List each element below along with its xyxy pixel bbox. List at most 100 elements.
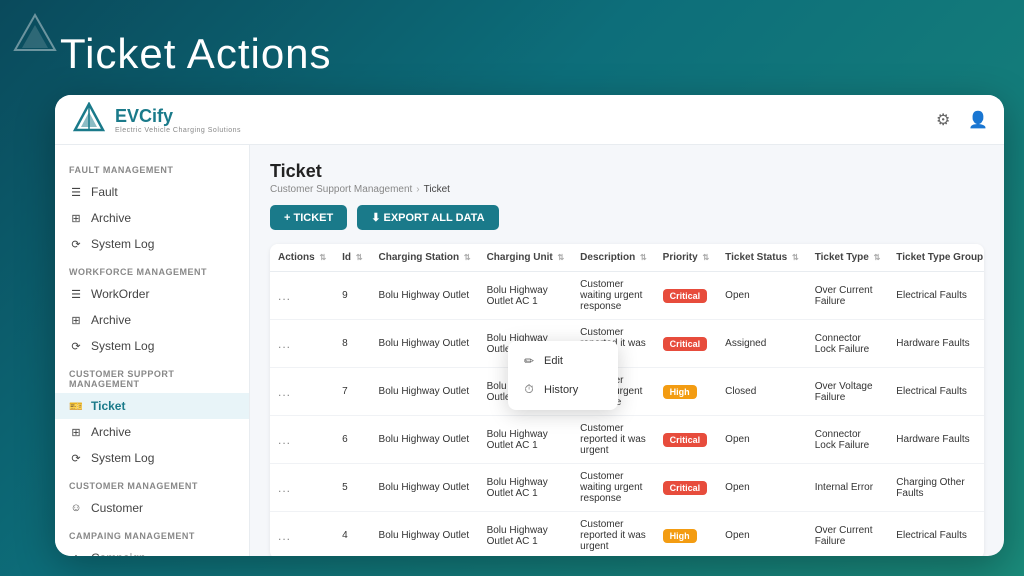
cell-type: Over Voltage Failure (807, 368, 889, 416)
cell-status: Assigned (717, 320, 807, 368)
col-priority: Priority ⇅ (655, 244, 718, 272)
support-archive-icon: ⊞ (69, 425, 83, 439)
context-menu-edit[interactable]: ✏ Edit (508, 347, 618, 375)
col-charging-station: Charging Station ⇅ (371, 244, 479, 272)
action-dots[interactable]: ... (278, 289, 291, 303)
priority-badge: Critical (663, 289, 708, 303)
main-layout: Fault Management ☰ Fault ⊞ Archive ⟳ Sys… (55, 145, 1004, 556)
customer-icon: ☺ (69, 501, 83, 515)
table-row: ... 4 Bolu Highway Outlet Bolu Highway O… (270, 512, 984, 557)
logo-corner (10, 10, 60, 60)
sidebar-item-workorder-label: WorkOrder (91, 287, 149, 301)
topbar: EVCify Electric Vehicle Charging Solutio… (55, 95, 1004, 145)
action-dots[interactable]: ... (278, 433, 291, 447)
support-syslog-icon: ⟳ (69, 451, 83, 465)
cell-station: Bolu Highway Outlet (371, 320, 479, 368)
cell-description: Customer waiting urgent response (572, 272, 655, 320)
col-ticket-type: Ticket Type ⇅ (807, 244, 889, 272)
add-ticket-button[interactable]: + TICKET (270, 205, 347, 230)
cell-type-group: Electrical Faults (888, 512, 984, 557)
col-ticket-status: Ticket Status ⇅ (717, 244, 807, 272)
cell-id: 6 (334, 416, 370, 464)
workorder-icon: ☰ (69, 287, 83, 301)
cell-actions: ... (270, 512, 334, 557)
cell-description: Customer reported it was urgent (572, 512, 655, 557)
breadcrumb: Customer Support Management › Ticket (270, 184, 984, 195)
workforce-syslog-icon: ⟳ (69, 339, 83, 353)
action-dots[interactable]: ... (278, 337, 291, 351)
fault-icon: ☰ (69, 185, 83, 199)
cell-id: 8 (334, 320, 370, 368)
edit-icon: ✏ (522, 354, 536, 368)
workforce-archive-icon: ⊞ (69, 313, 83, 327)
sidebar-item-fault[interactable]: ☰ Fault (55, 179, 249, 205)
cell-id: 5 (334, 464, 370, 512)
cell-priority: High (655, 368, 718, 416)
context-menu-edit-label: Edit (544, 355, 563, 367)
table-row: ... 6 Bolu Highway Outlet Bolu Highway O… (270, 416, 984, 464)
sidebar-item-workforce-archive[interactable]: ⊞ Archive (55, 307, 249, 333)
cell-station: Bolu Highway Outlet (371, 368, 479, 416)
cell-unit: Bolu Highway Outlet AC 1 (479, 272, 573, 320)
action-dots[interactable]: ... (278, 481, 291, 495)
sidebar-section-customer: Customer Management (55, 471, 249, 495)
export-button[interactable]: ⬇ EXPORT ALL DATA (357, 205, 498, 230)
sidebar-section-fault: Fault Management (55, 155, 249, 179)
cell-actions: ... (270, 416, 334, 464)
ticket-table: Actions ⇅ Id ⇅ Charging Station ⇅ Chargi… (270, 244, 984, 556)
breadcrumb-current: Ticket (424, 184, 450, 195)
sidebar-item-customer[interactable]: ☺ Customer (55, 495, 249, 521)
cell-status: Open (717, 416, 807, 464)
col-id: Id ⇅ (334, 244, 370, 272)
col-charging-unit: Charging Unit ⇅ (479, 244, 573, 272)
cell-actions: ... (270, 320, 334, 368)
sidebar-item-ticket-label: Ticket (91, 399, 125, 413)
page-title: Ticket Actions (60, 30, 332, 78)
cell-unit: Bolu Highway Outlet AC 1 (479, 464, 573, 512)
breadcrumb-parent: Customer Support Management (270, 184, 412, 195)
sidebar-item-fault-archive-label: Archive (91, 211, 131, 225)
context-menu: ✏ Edit ⏱ History (508, 341, 618, 410)
cell-status: Open (717, 512, 807, 557)
settings-icon[interactable]: ⚙ (936, 110, 956, 130)
fault-archive-icon: ⊞ (69, 211, 83, 225)
cell-id: 4 (334, 512, 370, 557)
logo-name: EVCify (115, 106, 241, 127)
table-row: ... 9 Bolu Highway Outlet Bolu Highway O… (270, 272, 984, 320)
sidebar-item-ticket[interactable]: 🎫 Ticket (55, 393, 249, 419)
table-row: ... 7 Bolu Highway Outlet Bolu Highway O… (270, 368, 984, 416)
topbar-icons: ⚙ 👤 (936, 110, 988, 130)
cell-type-group: Electrical Faults (888, 272, 984, 320)
priority-badge: High (663, 385, 697, 399)
priority-badge: Critical (663, 481, 708, 495)
action-dots[interactable]: ... (278, 529, 291, 543)
user-icon[interactable]: 👤 (968, 110, 988, 130)
sidebar-item-workorder[interactable]: ☰ WorkOrder (55, 281, 249, 307)
cell-type-group: Charging Other Faults (888, 464, 984, 512)
cell-station: Bolu Highway Outlet (371, 512, 479, 557)
sidebar-item-fault-syslog[interactable]: ⟳ System Log (55, 231, 249, 257)
cell-station: Bolu Highway Outlet (371, 416, 479, 464)
sidebar-item-campaign-label: Campaign (91, 551, 146, 556)
sidebar-item-support-archive[interactable]: ⊞ Archive (55, 419, 249, 445)
campaign-icon: ◈ (69, 551, 83, 556)
sidebar-item-support-syslog-label: System Log (91, 451, 154, 465)
cell-actions: ... (270, 368, 334, 416)
cell-type: Connector Lock Failure (807, 320, 889, 368)
breadcrumb-separator: › (416, 184, 419, 195)
sidebar-item-workforce-syslog[interactable]: ⟳ System Log (55, 333, 249, 359)
sidebar-item-customer-label: Customer (91, 501, 143, 515)
sidebar-item-support-syslog[interactable]: ⟳ System Log (55, 445, 249, 471)
sidebar-item-workforce-archive-label: Archive (91, 313, 131, 327)
col-actions: Actions ⇅ (270, 244, 334, 272)
cell-type: Internal Error (807, 464, 889, 512)
cell-id: 7 (334, 368, 370, 416)
cell-unit: Bolu Highway Outlet AC 1 (479, 416, 573, 464)
sidebar-item-fault-archive[interactable]: ⊞ Archive (55, 205, 249, 231)
action-dots[interactable]: ... (278, 385, 291, 399)
cell-type-group: Electrical Faults (888, 368, 984, 416)
sidebar-item-campaign[interactable]: ◈ Campaign (55, 545, 249, 556)
cell-priority: Critical (655, 416, 718, 464)
cell-type-group: Hardware Faults (888, 320, 984, 368)
context-menu-history[interactable]: ⏱ History (508, 375, 618, 404)
